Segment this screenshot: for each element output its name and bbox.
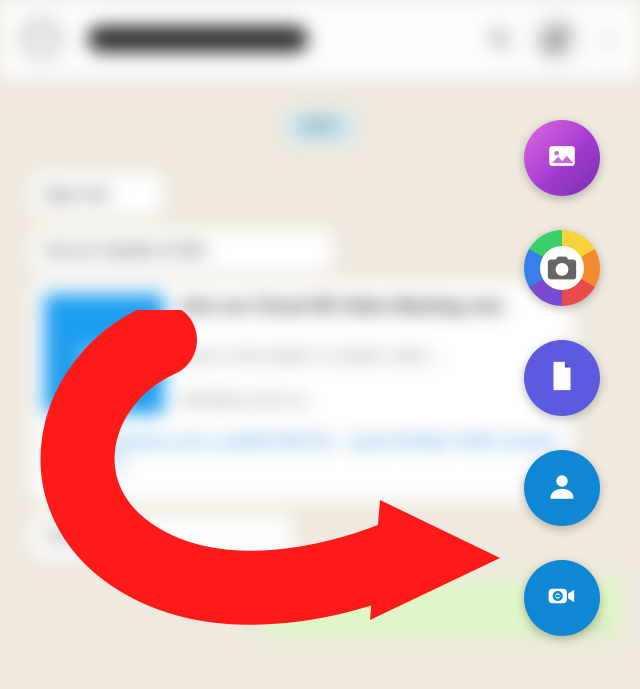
camera-fab[interactable] <box>524 230 600 306</box>
link-title: Join our Cloud HD Video Meeting now <box>178 296 558 317</box>
contact-name[interactable]: — <box>88 26 308 52</box>
chat-header: — <box>0 0 640 78</box>
image-icon <box>545 139 579 178</box>
gallery-fab[interactable] <box>524 120 600 196</box>
camera-icon <box>540 246 584 290</box>
document-fab[interactable] <box>524 340 600 416</box>
link-url[interactable]: https://us04web.zoom.us/j/987395763...?p… <box>46 432 558 472</box>
video-link-icon <box>545 579 579 618</box>
link-desc: Zoom is the leader in modern video ... <box>178 348 558 366</box>
message-in[interactable]: Que era <box>32 174 162 216</box>
message-in-link-preview[interactable]: zoom Join our Cloud HD Video Meeting now… <box>32 282 572 502</box>
message-in[interactable]: Aca te mando el link <box>32 230 332 272</box>
contact-fab[interactable] <box>524 450 600 526</box>
person-icon <box>545 469 579 508</box>
day-chip: HOY <box>287 112 354 142</box>
link-domain: us04web.zoom.us <box>178 392 307 410</box>
contact-avatar[interactable] <box>18 16 64 62</box>
room-fab[interactable] <box>524 560 600 636</box>
document-icon <box>545 359 579 398</box>
message-in[interactable]: Ya. Drely te — <box>32 516 292 558</box>
link-thumb: zoom <box>44 294 164 414</box>
kebab-menu-icon[interactable] <box>594 25 622 53</box>
attach-button[interactable] <box>532 15 580 63</box>
attachment-menu <box>524 120 600 636</box>
search-icon[interactable] <box>486 25 514 53</box>
